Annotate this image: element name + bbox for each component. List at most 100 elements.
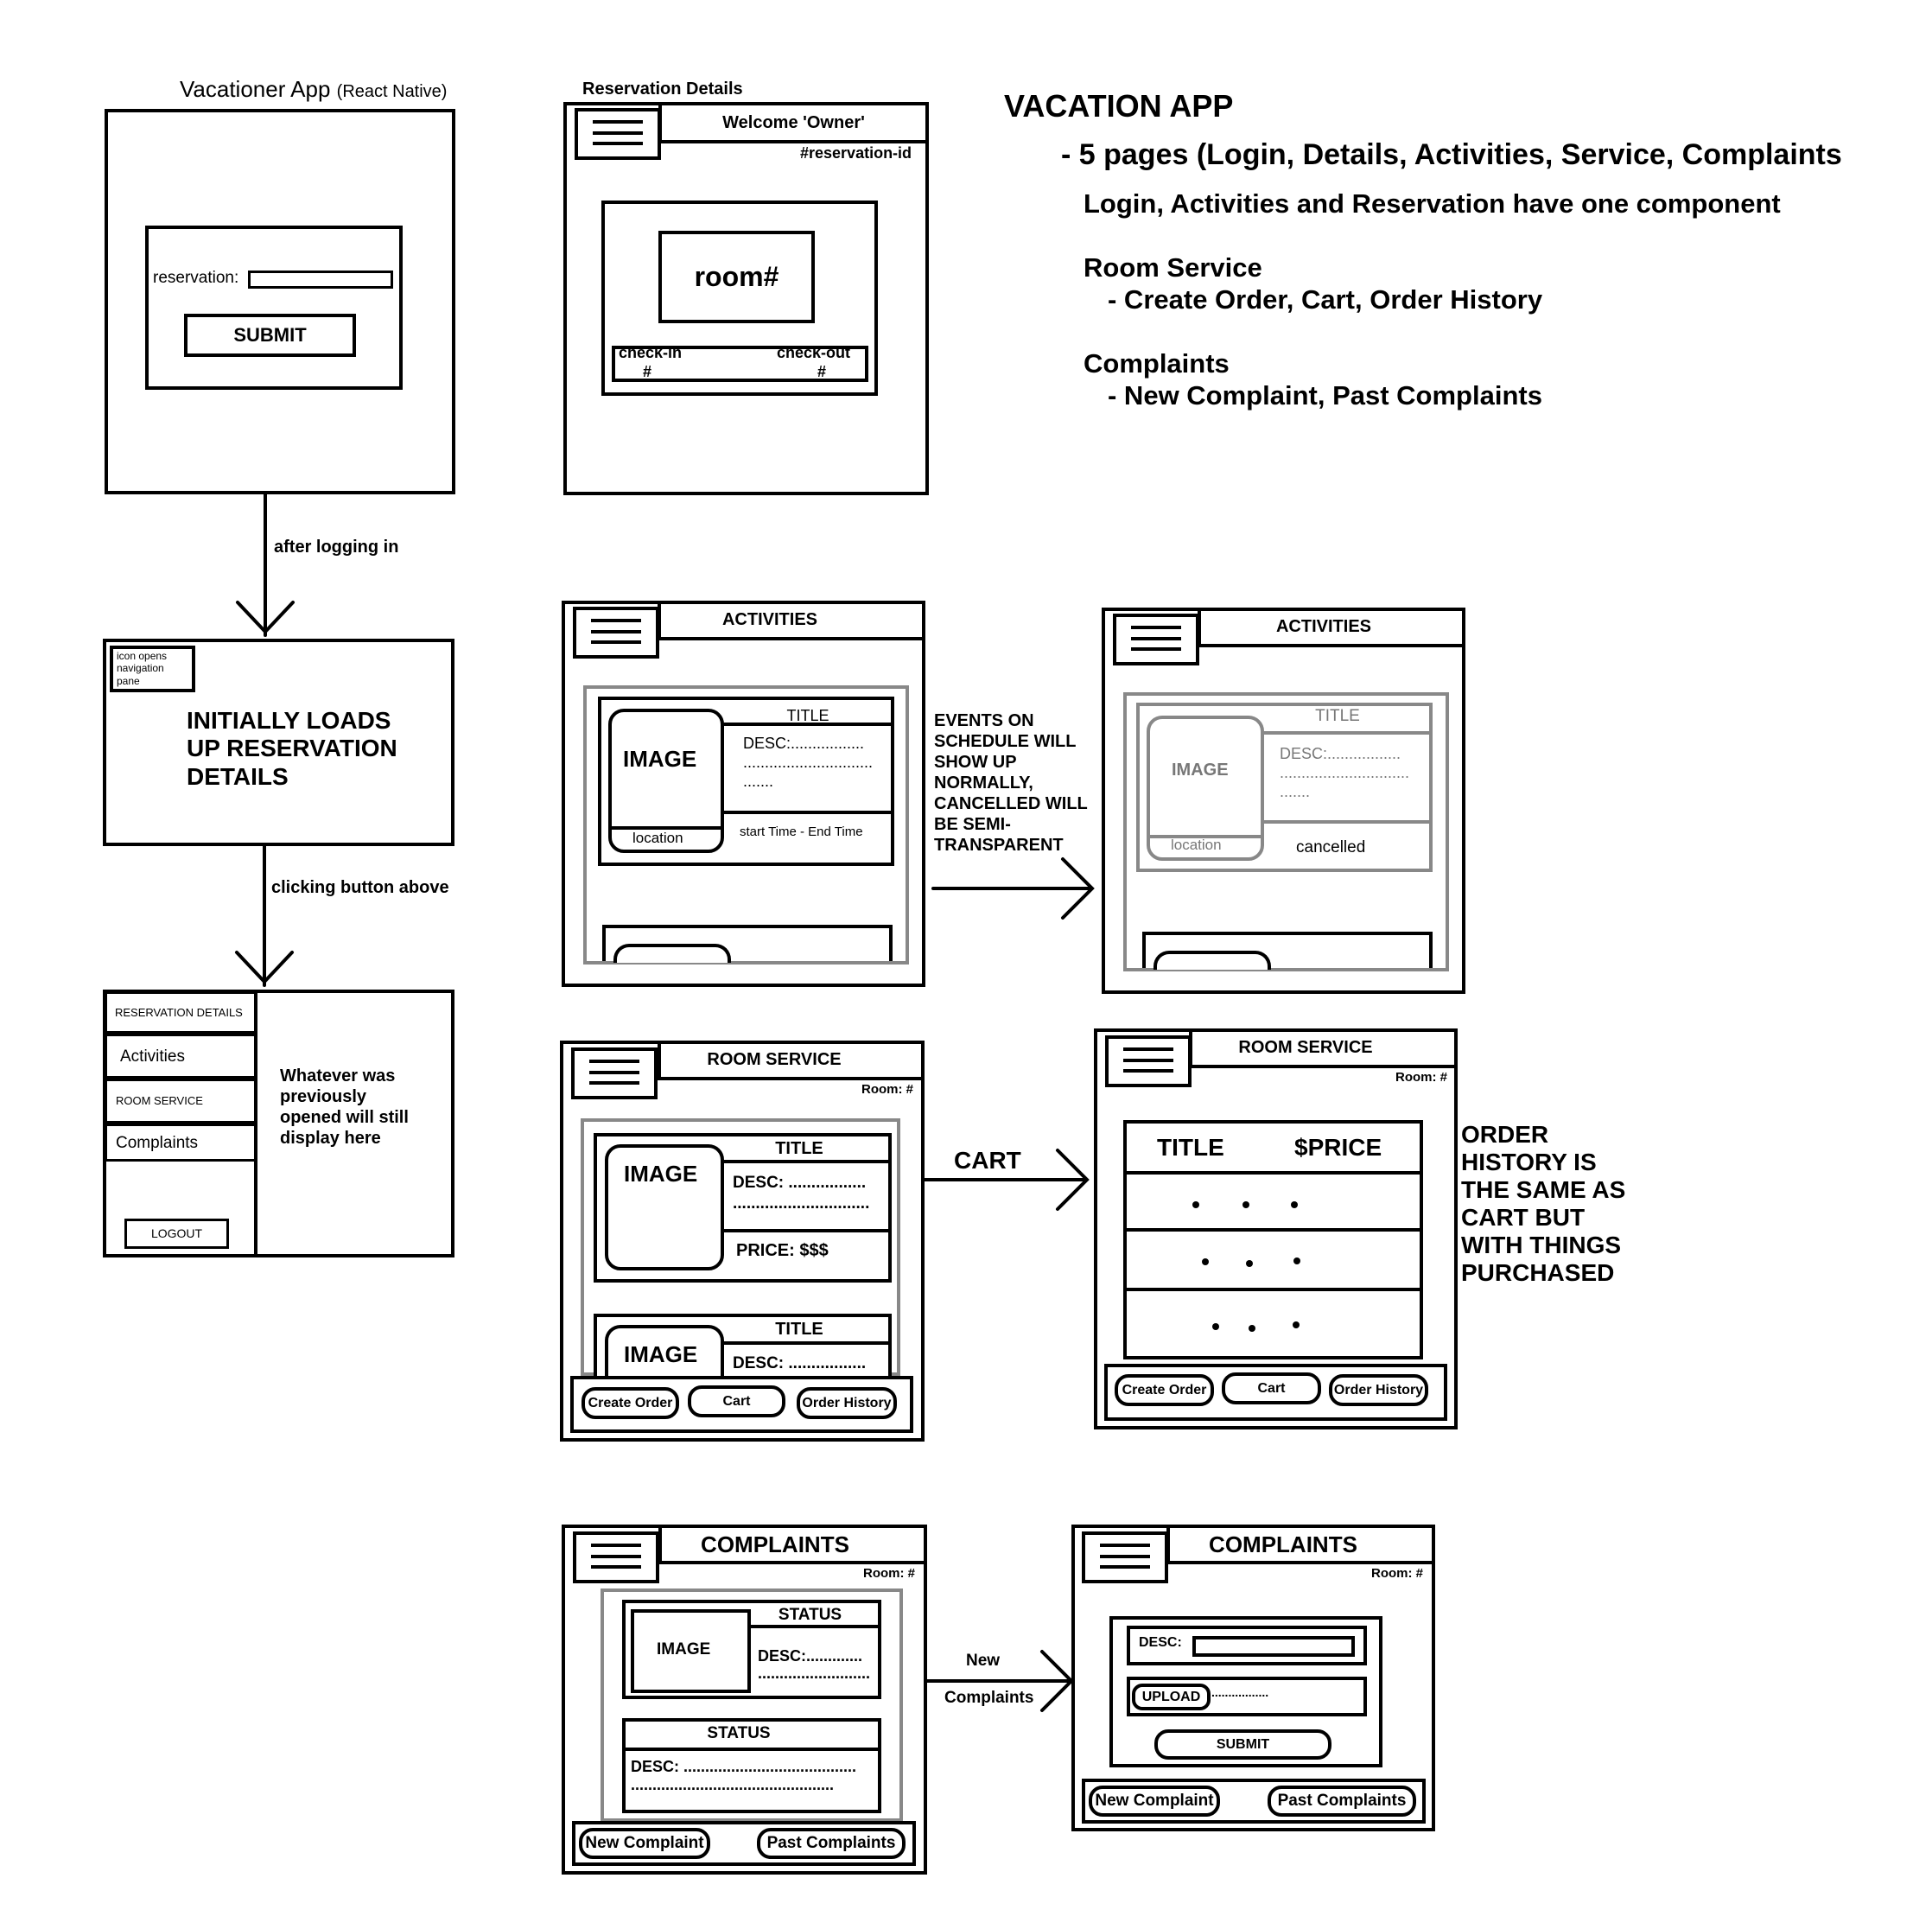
tab-cart[interactable]: Cart [688, 1385, 785, 1417]
checkout-value: # [817, 363, 827, 380]
complaint-desc: DESC: ..................................… [631, 1758, 857, 1775]
menu-item-image-label: IMAGE [624, 1161, 698, 1187]
card-divider [1262, 820, 1433, 824]
complaint-submit-button[interactable]: SUBMIT [1154, 1729, 1331, 1760]
tab-new-complaint[interactable]: New Complaint [1089, 1786, 1220, 1817]
menu-item-title: TITLE [775, 1320, 823, 1339]
app-platform: (React Native) [336, 82, 448, 101]
room-number: Room: # [861, 1082, 913, 1097]
complaint-status: STATUS [778, 1606, 842, 1624]
room-number: room# [658, 231, 815, 323]
order-history-note: ORDER HISTORY IS THE SAME AS CART BUT WI… [1461, 1121, 1626, 1286]
menu-icon[interactable] [1105, 1035, 1192, 1087]
cart-column-title: TITLE [1157, 1134, 1224, 1161]
card-divider [712, 1341, 892, 1345]
room-service-header: ROOM SERVICE [707, 1050, 842, 1069]
notes-room-service-items: - Create Order, Cart, Order History [1108, 284, 1543, 315]
activity-image-label: IMAGE [623, 746, 697, 772]
initial-screen-text: INITIALLY LOADS UP RESERVATION DETAILS [187, 707, 397, 790]
menu-icon[interactable] [1113, 614, 1199, 665]
activity-desc: DESC:................. [743, 735, 865, 752]
login-app-title: Vacationer App (React Native) [180, 76, 447, 103]
menu-item-price: PRICE: $$$ [736, 1241, 829, 1260]
nav-item-label: Complaints [116, 1134, 199, 1152]
activity-image-partial [613, 944, 731, 963]
welcome-text: Welcome 'Owner' [722, 113, 865, 132]
tab-order-history[interactable]: Order History [797, 1387, 897, 1419]
login-submit-button[interactable]: SUBMIT [184, 314, 356, 357]
complaint-desc: DESC:............. [758, 1647, 863, 1665]
notes-title: VACATION APP [1004, 88, 1234, 124]
activity-status-cancelled: cancelled [1296, 838, 1366, 856]
activities-note: EVENTS ON SCHEDULE WILL SHOW UP NORMALLY… [934, 711, 1088, 855]
desc-label: DESC: [1139, 1635, 1182, 1650]
tab-past-complaints[interactable]: Past Complaints [757, 1828, 906, 1859]
activities-header: ACTIVITIES [1275, 617, 1371, 636]
menu-icon[interactable] [575, 108, 661, 160]
room-number: Room: # [1395, 1070, 1447, 1085]
desc-input[interactable] [1192, 1636, 1355, 1657]
tab-order-history[interactable]: Order History [1329, 1374, 1428, 1406]
activities-header: ACTIVITIES [721, 610, 817, 629]
complaint-desc: .......................... [758, 1665, 871, 1682]
activity-desc: .............................. [743, 754, 874, 771]
menu-item-image-label: IMAGE [624, 1341, 698, 1367]
menu-item-desc: DESC: ................. [733, 1174, 867, 1192]
activity-location: location [632, 830, 683, 846]
complaint-desc: ........................................… [631, 1776, 835, 1793]
complaint-status: STATUS [707, 1724, 771, 1742]
card-divider [622, 1748, 881, 1751]
activity-desc: ....... [743, 773, 774, 790]
menu-icon[interactable] [571, 1047, 658, 1099]
room-number: Room: # [863, 1566, 915, 1581]
cart-row-placeholders [1192, 1201, 1300, 1332]
tab-cart[interactable]: Cart [1222, 1372, 1321, 1404]
menu-item-desc: .............................. [733, 1194, 870, 1213]
card-divider [712, 1160, 892, 1163]
activity-desc: DESC:................. [1280, 745, 1401, 762]
nav-item-label: ROOM SERVICE [116, 1094, 203, 1107]
nav-pane-note: Whatever was previously opened will stil… [280, 1066, 409, 1148]
room-number: Room: # [1371, 1566, 1423, 1581]
activity-image-partial [1153, 951, 1271, 970]
activity-title: TITLE [786, 707, 829, 724]
menu-item-title: TITLE [775, 1139, 823, 1158]
menu-icon[interactable] [573, 607, 659, 659]
upload-button[interactable]: UPLOAD [1132, 1684, 1211, 1710]
cart-header: ROOM SERVICE [1238, 1038, 1373, 1057]
menu-icon[interactable] [573, 1531, 659, 1583]
complaint-image-label: IMAGE [657, 1640, 711, 1659]
cart-column-price: $PRICE [1294, 1134, 1382, 1161]
checkin-value: # [643, 363, 652, 380]
nav-item-label: RESERVATION DETAILS [115, 1006, 243, 1019]
checkin-label: check-in [619, 344, 683, 361]
checkout-label: check-out [777, 344, 851, 361]
upload-filename: ................. [1211, 1685, 1269, 1699]
tab-new-complaint[interactable]: New Complaint [579, 1828, 710, 1859]
app-name: Vacationer App [180, 76, 331, 102]
nav-icon-note[interactable]: icon opens navigation pane [110, 646, 195, 692]
nav-item-label: Activities [120, 1047, 185, 1066]
notes-room-service-head: Room Service [1084, 252, 1262, 283]
reservation-input[interactable] [248, 271, 393, 289]
notes-complaints-head: Complaints [1084, 348, 1230, 379]
menu-icon[interactable] [1082, 1531, 1168, 1583]
notes-pages: - 5 pages (Login, Details, Activities, S… [1061, 138, 1842, 171]
flow-label-clicking: clicking button above [271, 878, 449, 897]
flow-label-after-login: after logging in [274, 538, 399, 557]
complaints-header: COMPLAINTS [1209, 1531, 1357, 1557]
activity-desc: .............................. [1280, 764, 1410, 781]
reservation-id: #reservation-id [800, 144, 912, 162]
card-divider [714, 811, 894, 814]
new-arrow-label-2: Complaints [944, 1689, 1034, 1707]
logout-button[interactable]: LOGOUT [124, 1219, 229, 1249]
card-divider [749, 1625, 881, 1628]
tab-past-complaints[interactable]: Past Complaints [1268, 1786, 1416, 1817]
new-arrow-label-1: New [966, 1652, 1001, 1670]
tab-create-order[interactable]: Create Order [1115, 1374, 1214, 1406]
activity-desc: ....... [1280, 783, 1311, 800]
activity-title: TITLE [1315, 707, 1360, 725]
reservation-details-caption: Reservation Details [582, 80, 743, 99]
complaints-header: COMPLAINTS [701, 1531, 849, 1557]
tab-create-order[interactable]: Create Order [582, 1387, 679, 1419]
